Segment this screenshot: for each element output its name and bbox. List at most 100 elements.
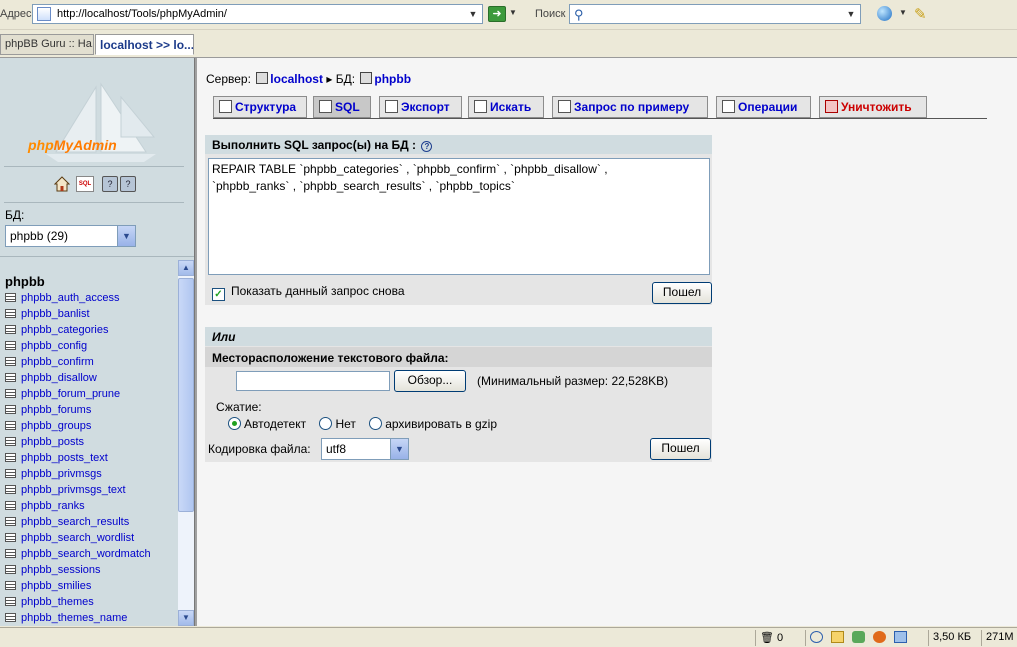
table-name-link[interactable]: phpbb_forums (21, 404, 91, 416)
table-icon[interactable] (5, 565, 16, 574)
table-list-item[interactable]: phpbb_posts (5, 436, 84, 452)
table-icon[interactable] (5, 581, 16, 590)
table-name-link[interactable]: phpbb_privmsgs_text (21, 484, 126, 496)
chevron-down-icon[interactable]: ▼ (509, 8, 517, 17)
highlighter-icon[interactable]: ✎ (914, 5, 927, 23)
table-icon[interactable] (5, 341, 16, 350)
table-icon[interactable] (5, 357, 16, 366)
chevron-down-icon[interactable]: ▼ (899, 8, 907, 17)
table-name-link[interactable]: phpbb_auth_access (21, 292, 119, 304)
radio-icon[interactable] (319, 417, 333, 430)
table-name-link[interactable]: phpbb_posts (21, 436, 84, 448)
radio-gzip[interactable]: архивировать в gzip (369, 417, 497, 431)
table-list-item[interactable]: phpbb_auth_access (5, 292, 119, 308)
tab-search[interactable]: Искать (468, 96, 544, 118)
table-name-link[interactable]: phpbb_banlist (21, 308, 90, 320)
sql-query-textarea[interactable]: REPAIR TABLE `phpbb_categories` , `phpbb… (208, 158, 710, 275)
gear-icon[interactable] (873, 631, 887, 643)
chevron-down-icon[interactable]: ▼ (465, 6, 481, 22)
encoding-select[interactable]: utf8 ▼ (321, 438, 409, 460)
table-name-link[interactable]: phpbb_themes (21, 596, 94, 608)
popup-blocker-icon[interactable] (831, 631, 845, 643)
table-name-link[interactable]: phpbb_smilies (21, 580, 91, 592)
scroll-thumb[interactable] (178, 278, 194, 512)
sql-window-icon[interactable]: SQL (76, 176, 94, 192)
radio-none[interactable]: Нет (319, 417, 356, 431)
table-list-db-name[interactable]: phpbb (5, 274, 45, 289)
chevron-down-icon[interactable]: ▼ (390, 439, 408, 459)
checkbox-checked-icon[interactable]: ✓ (212, 288, 225, 301)
table-icon[interactable] (5, 597, 16, 606)
help-icon[interactable]: ? (421, 141, 433, 152)
search-input[interactable]: ⚲ ▼ (569, 4, 861, 24)
table-icon[interactable] (5, 373, 16, 382)
tab-operations[interactable]: Операции (716, 96, 811, 118)
table-name-link[interactable]: phpbb_disallow (21, 372, 97, 384)
table-icon[interactable] (5, 389, 16, 398)
file-path-input[interactable] (236, 371, 390, 391)
table-list-item[interactable]: phpbb_config (5, 340, 87, 356)
table-list-item[interactable]: phpbb_smilies (5, 580, 91, 596)
table-name-link[interactable]: phpbb_sessions (21, 564, 101, 576)
table-list-item[interactable]: phpbb_search_wordmatch (5, 548, 151, 564)
radio-icon[interactable] (369, 417, 383, 430)
table-name-link[interactable]: phpbb_categories (21, 324, 108, 336)
table-name-link[interactable]: phpbb_ranks (21, 500, 85, 512)
table-icon[interactable] (5, 517, 16, 526)
go-arrow-icon[interactable]: ➜ (488, 6, 506, 22)
table-icon[interactable] (5, 421, 16, 430)
table-list-item[interactable]: phpbb_confirm (5, 356, 94, 372)
go-button[interactable]: Пошел (652, 282, 712, 304)
table-name-link[interactable]: phpbb_groups (21, 420, 91, 432)
table-name-link[interactable]: phpbb_config (21, 340, 87, 352)
table-icon[interactable] (5, 453, 16, 462)
table-icon[interactable] (5, 293, 16, 302)
table-icon[interactable] (5, 309, 16, 318)
chevron-down-icon[interactable]: ▼ (117, 226, 135, 246)
table-icon[interactable] (5, 405, 16, 414)
table-icon[interactable] (5, 501, 16, 510)
browser-tab-phpbb-guru[interactable]: phpBB Guru :: На... (0, 34, 94, 55)
table-name-link[interactable]: phpbb_search_wordlist (21, 532, 134, 544)
documentation-icon[interactable]: ? (120, 176, 136, 192)
table-list-item[interactable]: phpbb_privmsgs (5, 468, 102, 484)
home-icon[interactable] (54, 176, 70, 192)
table-name-link[interactable]: phpbb_privmsgs (21, 468, 102, 480)
table-list-item[interactable]: phpbb_categories (5, 324, 108, 340)
table-list-scrollbar[interactable]: ▲ ▼ (178, 260, 194, 626)
breadcrumb-server-link[interactable]: localhost (270, 72, 323, 86)
radio-selected-icon[interactable] (228, 417, 241, 430)
table-list-item[interactable]: phpbb_forum_prune (5, 388, 120, 404)
table-list-item[interactable]: phpbb_banlist (5, 308, 90, 324)
sailboat-logo-icon[interactable] (26, 82, 166, 187)
table-list-item[interactable]: phpbb_themes_name (5, 612, 127, 626)
table-icon[interactable] (5, 485, 16, 494)
query-window-icon[interactable]: ? (102, 176, 118, 192)
tab-export[interactable]: Экспорт (379, 96, 462, 118)
table-list-item[interactable]: phpbb_forums (5, 404, 91, 420)
table-name-link[interactable]: phpbb_posts_text (21, 452, 108, 464)
network-icon[interactable] (852, 631, 866, 643)
globe-icon[interactable] (877, 6, 892, 21)
window-icon[interactable] (894, 631, 908, 643)
table-list-item[interactable]: phpbb_privmsgs_text (5, 484, 126, 500)
tab-sql[interactable]: SQL (313, 96, 371, 118)
table-list-item[interactable]: phpbb_ranks (5, 500, 85, 516)
chevron-down-icon[interactable]: ▼ (843, 6, 859, 22)
radio-autodetect[interactable]: Автодетект (228, 417, 306, 431)
import-go-button[interactable]: Пошел (650, 438, 711, 460)
table-list-item[interactable]: phpbb_groups (5, 420, 91, 436)
tab-query-by-example[interactable]: Запрос по примеру (552, 96, 708, 118)
database-select[interactable]: phpbb (29) ▼ (5, 225, 136, 247)
table-icon[interactable] (5, 469, 16, 478)
tab-structure[interactable]: Структура (213, 96, 307, 118)
table-list-item[interactable]: phpbb_search_results (5, 516, 129, 532)
table-name-link[interactable]: phpbb_confirm (21, 356, 94, 368)
table-icon[interactable] (5, 325, 16, 334)
table-name-link[interactable]: phpbb_forum_prune (21, 388, 120, 400)
breadcrumb-db-link[interactable]: phpbb (374, 72, 411, 86)
address-url[interactable]: http://localhost/Tools/phpMyAdmin/ (57, 8, 227, 20)
status-trash[interactable]: 🗑 0 (755, 630, 805, 646)
table-name-link[interactable]: phpbb_search_wordmatch (21, 548, 151, 560)
phpmyadmin-logo-text[interactable]: phpMyAdmin (28, 137, 117, 153)
